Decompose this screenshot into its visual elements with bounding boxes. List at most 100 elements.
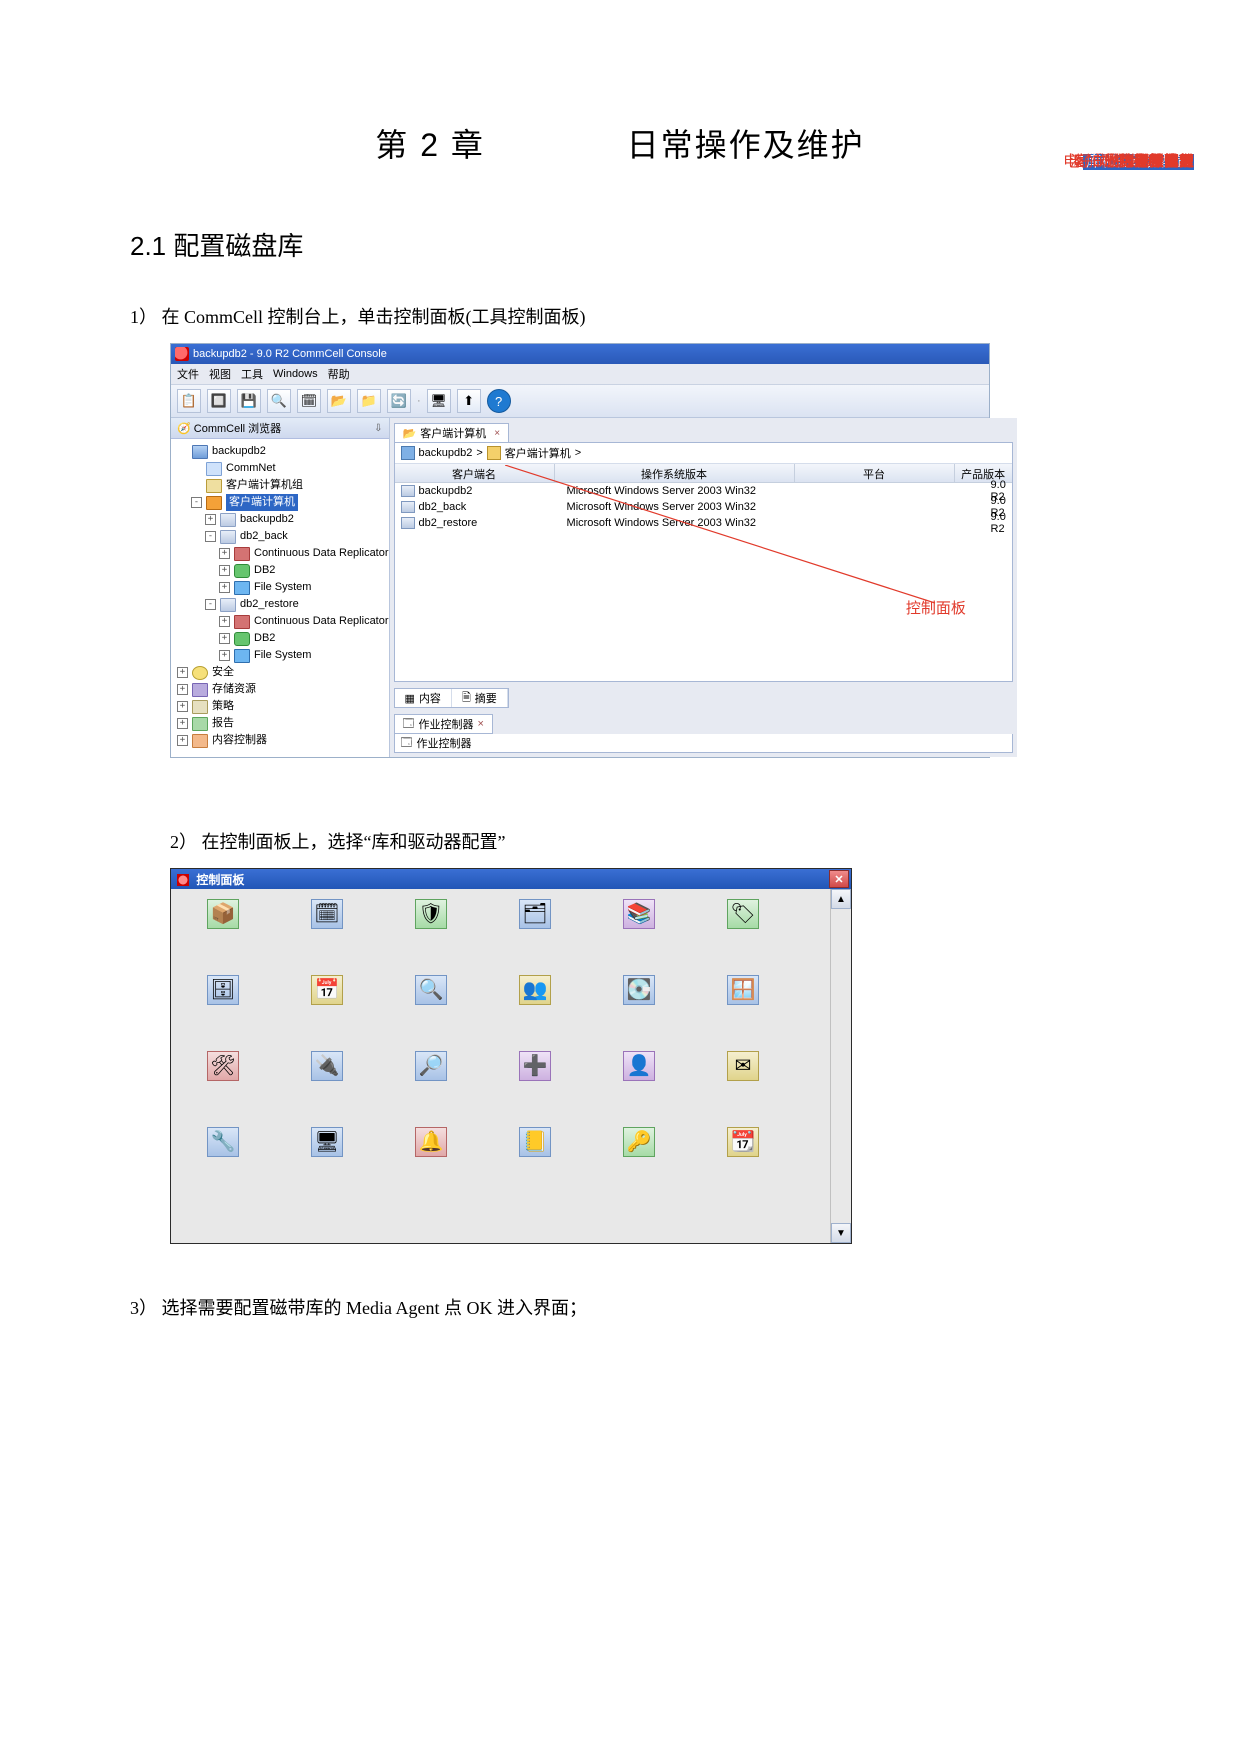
tree-db2[interactable]: DB2 bbox=[254, 562, 275, 579]
control-panel-item[interactable]: 🔑许可证管理 bbox=[587, 1127, 691, 1163]
tree-fs2[interactable]: File System bbox=[254, 647, 311, 664]
tree-client-db2restore[interactable]: db2_restore bbox=[240, 596, 299, 613]
tab-content[interactable]: ▦ 内容 bbox=[395, 689, 452, 707]
control-panel-item[interactable]: ✉电子邮件及 IIS 配置 bbox=[691, 1051, 795, 1087]
expand-icon[interactable]: + bbox=[219, 548, 230, 559]
table-row[interactable]: db2_restoreMicrosoft Windows Server 2003… bbox=[395, 515, 1012, 531]
close-icon[interactable]: × bbox=[477, 718, 483, 730]
control-panel-item[interactable]: 🏷名称管理 bbox=[691, 899, 795, 935]
control-panel-item-icon: 🛠 bbox=[207, 1051, 239, 1081]
scroll-down-icon[interactable]: ▼ bbox=[831, 1223, 851, 1243]
table-row[interactable]: backupdb2Microsoft Windows Server 2003 W… bbox=[395, 483, 1012, 499]
fs-icon bbox=[234, 649, 250, 663]
tree-cdr2[interactable]: Continuous Data Replicator bbox=[254, 613, 389, 630]
expand-icon[interactable]: + bbox=[219, 650, 230, 661]
control-panel-item[interactable]: 👥客户端拥有者能力 bbox=[483, 975, 587, 1011]
pin-icon[interactable]: ⇩ bbox=[374, 423, 382, 434]
tree-content-controller[interactable]: 内容控制器 bbox=[212, 732, 267, 749]
control-panel-item[interactable]: 🗂共享的日历配置 bbox=[483, 899, 587, 935]
control-panel-item[interactable]: 🗓作业管理 bbox=[275, 899, 379, 935]
toolbar-button[interactable]: 🖥 bbox=[427, 389, 451, 413]
expand-icon[interactable]: + bbox=[177, 718, 188, 729]
close-icon[interactable]: × bbox=[494, 428, 500, 439]
toolbar-button[interactable]: 🔲 bbox=[207, 389, 231, 413]
expand-icon[interactable]: + bbox=[177, 701, 188, 712]
toolbar-button[interactable]: 💾 bbox=[237, 389, 261, 413]
collapse-icon[interactable]: - bbox=[191, 497, 202, 508]
app-icon bbox=[234, 615, 250, 629]
toolbar-button[interactable]: 📁 bbox=[357, 389, 381, 413]
tree-cdr[interactable]: Continuous Data Replicator bbox=[254, 545, 389, 562]
help-icon[interactable]: ? bbox=[487, 389, 511, 413]
content-tab[interactable]: 📂 客户端计算机 × bbox=[394, 423, 510, 442]
tree-storage[interactable]: 存储资源 bbox=[212, 681, 256, 698]
control-panel-item[interactable]: 🔍审核跟踪 bbox=[379, 975, 483, 1011]
control-panel-item[interactable]: 📒记帐配置 bbox=[483, 1127, 587, 1163]
toolbar-button[interactable]: ⬆ bbox=[457, 389, 481, 413]
control-panel-item[interactable]: 🔔警报 bbox=[379, 1127, 483, 1163]
toolbar-button[interactable]: 🔄 bbox=[387, 389, 411, 413]
control-panel-item[interactable]: 📦介质管理 bbox=[171, 899, 275, 935]
app-icon bbox=[234, 547, 250, 561]
tree-client-db2back[interactable]: db2_back bbox=[240, 528, 288, 545]
job-controller-tab[interactable]: 🗔作业控制器 × bbox=[394, 714, 493, 734]
tree-commnet[interactable]: CommNet bbox=[226, 460, 276, 477]
control-panel-item[interactable]: 🛠故障排除设置 bbox=[171, 1051, 275, 1087]
toolbar-button[interactable]: 📂 bbox=[327, 389, 351, 413]
collapse-icon[interactable]: - bbox=[205, 531, 216, 542]
collapse-icon[interactable]: - bbox=[205, 599, 216, 610]
tree-fs[interactable]: File System bbox=[254, 579, 311, 596]
control-panel-item[interactable]: 💽库和驱动器配置 bbox=[587, 975, 691, 1011]
control-panel-item[interactable]: 🔌数据接口对 bbox=[275, 1051, 379, 1087]
tree-client-computers-selected[interactable]: 客户端计算机 bbox=[226, 494, 298, 511]
tree-security[interactable]: 安全 bbox=[212, 664, 234, 681]
control-panel-item[interactable]: 🔎浏览/搜索/恢复 bbox=[379, 1051, 483, 1087]
control-panel-item[interactable]: ➕添加/删除软件配置 bbox=[483, 1051, 587, 1087]
table-row[interactable]: db2_backMicrosoft Windows Server 2003 Wi… bbox=[395, 499, 1012, 515]
menu-file[interactable]: 文件 bbox=[177, 366, 199, 382]
commcell-console-screenshot: backupdb2 - 9.0 R2 CommCell Console 文件 视… bbox=[170, 343, 990, 758]
control-panel-item[interactable]: 🛡全局过滤器 bbox=[379, 899, 483, 935]
control-panel-item[interactable]: 📆设置假日 bbox=[691, 1127, 795, 1163]
menu-help[interactable]: 帮助 bbox=[328, 366, 350, 382]
tree-report[interactable]: 报告 bbox=[212, 715, 234, 732]
tab-summary[interactable]: 🗎 摘要 bbox=[452, 689, 508, 707]
expand-icon[interactable]: + bbox=[219, 565, 230, 576]
expand-icon[interactable]: + bbox=[177, 667, 188, 678]
menu-tools[interactable]: 工具 bbox=[241, 366, 263, 382]
close-button[interactable]: ✕ bbox=[829, 870, 849, 888]
control-panel-item[interactable]: 📅定制日历 bbox=[275, 975, 379, 1011]
control-panel-item[interactable]: 🔧硬件维护 bbox=[171, 1127, 275, 1163]
breadcrumb-item[interactable]: 客户端计算机 bbox=[505, 445, 571, 461]
toolbar-button[interactable]: 🔍 bbox=[267, 389, 291, 413]
expand-icon[interactable]: + bbox=[177, 684, 188, 695]
client-icon bbox=[401, 501, 415, 513]
expand-icon[interactable]: + bbox=[219, 633, 230, 644]
expand-icon[interactable]: + bbox=[205, 514, 216, 525]
control-panel-item[interactable]: 🪟操作窗口 bbox=[691, 975, 795, 1011]
control-panel-item-icon: ✉ bbox=[727, 1051, 759, 1081]
menu-view[interactable]: 视图 bbox=[209, 366, 231, 382]
menu-windows[interactable]: Windows bbox=[273, 368, 318, 380]
tree-db2b[interactable]: DB2 bbox=[254, 630, 275, 647]
tree-root[interactable]: backupdb2 bbox=[212, 443, 266, 460]
control-panel-item-icon: 🏷 bbox=[727, 899, 759, 929]
scrollbar[interactable]: ▲ ▼ bbox=[830, 889, 851, 1243]
control-panel-item[interactable]: 📚卷资源管理器... bbox=[587, 899, 691, 935]
toolbar-button[interactable]: 🗓 bbox=[297, 389, 321, 413]
control-panel-item[interactable]: 🖥系统 bbox=[275, 1127, 379, 1163]
tree-policy[interactable]: 策略 bbox=[212, 698, 234, 715]
expand-icon[interactable]: + bbox=[219, 616, 230, 627]
expand-icon[interactable]: + bbox=[177, 735, 188, 746]
table-header: 客户端名 操作系统版本 平台 产品版本 bbox=[395, 464, 1012, 483]
control-panel-item[interactable]: 👤用户首选项 bbox=[587, 1051, 691, 1087]
scroll-up-icon[interactable]: ▲ bbox=[831, 889, 851, 909]
control-panel-item[interactable]: 🗄复制和工作站设置 bbox=[171, 975, 275, 1011]
chapter-number: 第 2 章 bbox=[375, 127, 485, 163]
control-panel-item-icon: 🔌 bbox=[311, 1051, 343, 1081]
expand-icon[interactable]: + bbox=[219, 582, 230, 593]
breadcrumb-item[interactable]: backupdb2 bbox=[419, 447, 473, 459]
tree-client-backupdb2[interactable]: backupdb2 bbox=[240, 511, 294, 528]
tree-client-group[interactable]: 客户端计算机组 bbox=[226, 477, 303, 494]
toolbar-button[interactable]: 📋 bbox=[177, 389, 201, 413]
